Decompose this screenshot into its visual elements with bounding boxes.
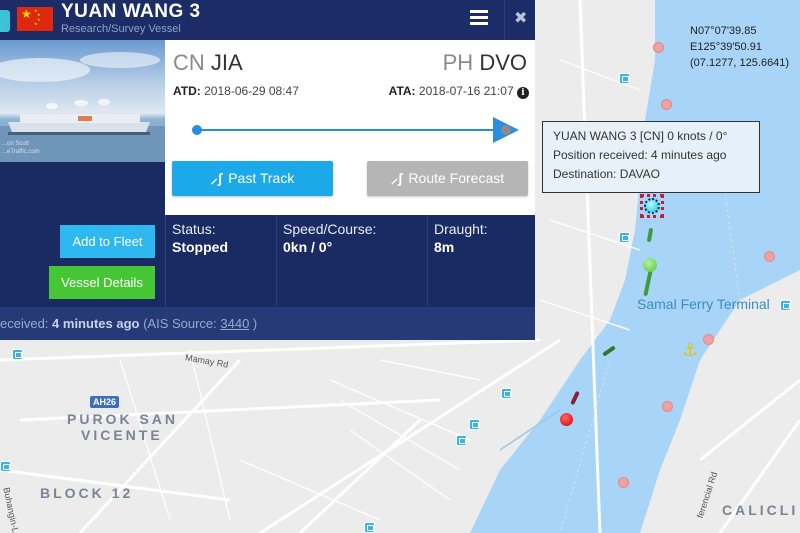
vessel-marker-green[interactable]: [643, 258, 657, 272]
track-icon: ⸝ʃ: [210, 170, 223, 186]
atd-label: ATD:: [173, 84, 201, 98]
hamburger-menu-icon[interactable]: [470, 9, 492, 27]
received-prefix: eceived:: [0, 316, 53, 331]
selected-vessel-marker[interactable]: [644, 198, 660, 214]
bus-stop-icon: [12, 349, 23, 360]
voyage-progress-line: [197, 129, 507, 131]
photo-credit: ...on Scott ...eTraffic.com: [2, 141, 40, 155]
vessel-marker[interactable]: [661, 99, 672, 110]
stat-label: Draught:: [434, 221, 488, 237]
vessel-tooltip: YUAN WANG 3 [CN] 0 knots / 0° Position r…: [542, 121, 760, 193]
departure-country: CN: [173, 50, 205, 75]
area-label-vicente: VICENTE: [81, 427, 163, 443]
route-icon: ⸝ʃ: [390, 170, 403, 186]
bus-stop-icon: [469, 419, 480, 430]
bus-stop-icon: [501, 388, 512, 399]
vessel-photo[interactable]: ...on Scott ...eTraffic.com: [0, 40, 165, 162]
coordinate-decimal: (07.1277, 125.6641): [690, 57, 790, 69]
received-age: 4 minutes ago: [52, 316, 140, 331]
ais-source-link[interactable]: 3440: [220, 316, 249, 331]
ferry-terminal-icon: [780, 300, 791, 311]
area-label-purok: PUROK SAN: [67, 411, 179, 427]
add-to-fleet-button[interactable]: Add to Fleet: [60, 225, 155, 258]
info-icon[interactable]: i: [517, 87, 529, 99]
vessel-marker[interactable]: [764, 251, 775, 262]
ata-row: ATA: 2018-07-16 21:07 i: [389, 84, 529, 99]
coordinate-readout: N07°07'39.85 E125°39'50.91 (07.1277, 125…: [690, 23, 789, 71]
bus-stop-icon: [0, 461, 11, 472]
arrival-country: PH: [442, 50, 474, 75]
arrival-port-code: DVO: [479, 50, 527, 75]
stat-draught: Draught: 8m: [427, 215, 535, 307]
ais-source-prefix: (AIS Source:: [139, 316, 221, 331]
highway-badge: AH26: [90, 396, 120, 408]
china-flag-icon: ★ ★ ★ ★ ★: [17, 7, 53, 31]
arrival-port[interactable]: PH DVO: [443, 50, 527, 76]
stat-label: Status:: [172, 221, 216, 237]
coordinate-lon: E125°39'50.91: [690, 41, 762, 53]
close-icon[interactable]: ✖: [514, 8, 527, 27]
ferry-terminal-label: Samal Ferry Terminal: [637, 296, 770, 312]
vessel-details-button[interactable]: Vessel Details: [49, 266, 155, 299]
departure-port[interactable]: CN JIA: [173, 50, 243, 76]
departure-port-code: JIA: [210, 50, 243, 75]
tooltip-line-destination: Destination: DAVAO: [553, 167, 660, 181]
header-divider: [504, 0, 505, 40]
route-forecast-button[interactable]: ⸝ʃ Route Forecast: [367, 161, 528, 196]
route-forecast-label: Route Forecast: [408, 170, 505, 186]
vessel-name: YUAN WANG 3: [61, 1, 201, 22]
tooltip-line-position: Position received: 4 minutes ago: [553, 148, 727, 162]
vessel-marker[interactable]: [662, 401, 673, 412]
area-label-calicli: CALICLI: [722, 502, 799, 518]
atd-value: 2018-06-29 08:47: [204, 84, 299, 98]
voyage-start-dot: [192, 125, 202, 135]
anchorage-icon[interactable]: ⚓: [682, 342, 698, 360]
position-received-footer: eceived: 4 minutes ago (AIS Source: 3440…: [0, 307, 535, 340]
stat-speed-course: Speed/Course: 0kn / 0°: [276, 215, 427, 307]
vessel-marker-red[interactable]: [560, 413, 573, 426]
vessel-marker[interactable]: [653, 42, 664, 53]
bus-stop-icon: [364, 522, 375, 533]
bus-stop-icon: [619, 73, 630, 84]
vessel-marker[interactable]: [618, 477, 629, 488]
vessel-marker[interactable]: [703, 334, 714, 345]
ais-source-suffix: ): [249, 316, 258, 331]
stat-value: 8m: [434, 239, 455, 255]
voyage-current-position-dot: [501, 125, 511, 135]
stat-label: Speed/Course:: [283, 221, 377, 237]
bus-stop-icon: [619, 232, 630, 243]
vessel-info-panel: ★ ★ ★ ★ ★ YUAN WANG 3 Research/Survey Ve…: [0, 0, 535, 340]
panel-header: ★ ★ ★ ★ ★ YUAN WANG 3 Research/Survey Ve…: [0, 0, 535, 40]
stat-value: 0kn / 0°: [283, 239, 333, 255]
voyage-card: CN JIA PH DVO ATD: 2018-06-29 08:47 ATA:…: [165, 40, 535, 215]
past-track-label: Past Track: [228, 170, 295, 186]
atd-row: ATD: 2018-06-29 08:47: [173, 84, 299, 98]
vessel-type: Research/Survey Vessel: [61, 23, 181, 35]
tooltip-line-name: YUAN WANG 3 [CN] 0 knots / 0°: [553, 129, 728, 143]
past-track-button[interactable]: ⸝ʃ Past Track: [172, 161, 333, 196]
coordinate-lat: N07°07'39.85: [690, 25, 757, 37]
stat-value: Stopped: [172, 239, 228, 255]
bus-stop-icon: [456, 435, 467, 446]
ata-value: 2018-07-16 21:07: [418, 84, 514, 98]
collapse-tab-icon[interactable]: [0, 10, 10, 32]
ata-label: ATA:: [388, 84, 416, 98]
area-label-block: BLOCK 12: [40, 485, 134, 501]
stat-status: Status: Stopped: [165, 215, 276, 307]
